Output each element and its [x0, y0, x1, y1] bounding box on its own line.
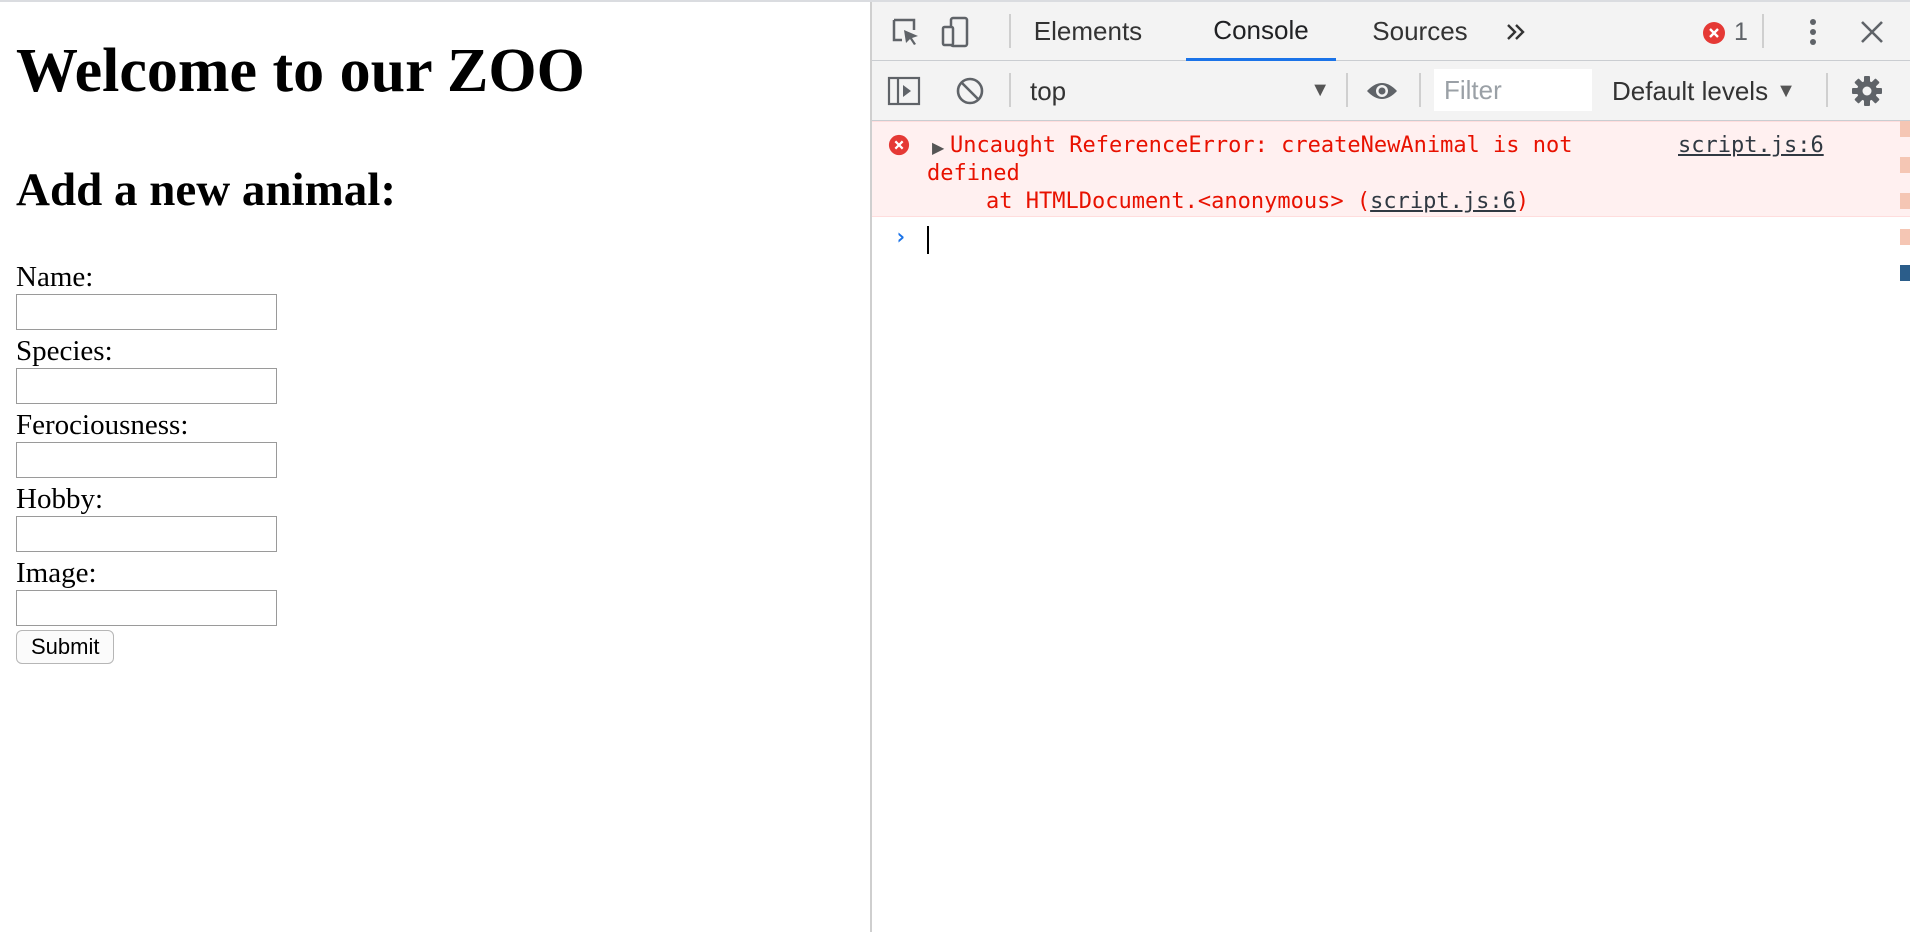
context-value: top: [1030, 75, 1067, 106]
console-input-caret[interactable]: [927, 226, 929, 254]
name-label: Name:: [16, 261, 94, 293]
console-output: ▶ Uncaught ReferenceError: createNewAnim…: [872, 121, 1910, 932]
stack-source-link[interactable]: script.js:6: [1370, 189, 1516, 214]
error-icon: [1703, 21, 1725, 44]
clear-console-icon[interactable]: [952, 73, 988, 109]
filter-input[interactable]: [1434, 69, 1592, 111]
sidebar-toggle-icon[interactable]: [886, 73, 922, 109]
chevron-double-right-icon[interactable]: [1500, 16, 1532, 48]
toolbar-divider: [1009, 14, 1011, 48]
toolbar-divider: [1419, 73, 1421, 107]
toolbar-divider: [1346, 73, 1348, 107]
gear-icon[interactable]: [1848, 73, 1886, 109]
expand-triangle-icon[interactable]: ▶: [932, 138, 944, 158]
error-stack-line: at HTMLDocument.<anonymous> (script.js:6…: [986, 188, 1529, 216]
log-levels-dropdown[interactable]: Default levels ▼: [1612, 73, 1796, 109]
hobby-input[interactable]: [16, 516, 277, 552]
devtools-panel: Elements Console Sources 1 top ▼ Filter …: [870, 2, 1910, 932]
toolbar-divider: [1009, 73, 1011, 107]
devtools-tab-bar: Elements Console Sources 1: [872, 2, 1910, 61]
error-text-line1: Uncaught ReferenceError: createNewAnimal…: [950, 133, 1573, 158]
log-levels-label: Default levels: [1612, 75, 1769, 106]
close-icon[interactable]: [1854, 14, 1890, 50]
image-label: Image:: [16, 557, 97, 589]
web-page: Welcome to our ZOO Add a new animal: Nam…: [0, 2, 870, 932]
tab-console[interactable]: Console: [1186, 2, 1336, 61]
form-heading: Add a new animal:: [16, 164, 396, 216]
stack-suffix: ): [1515, 189, 1530, 214]
error-count: 1: [1734, 18, 1748, 46]
page-title: Welcome to our ZOO: [16, 37, 585, 105]
console-prompt-icon: ›: [894, 225, 908, 250]
context-select[interactable]: top ▼: [1030, 73, 1330, 109]
inspect-element-icon[interactable]: [888, 14, 924, 50]
name-input[interactable]: [16, 294, 277, 330]
tab-elements[interactable]: Elements: [1024, 2, 1152, 61]
add-animal-form: Name: Species: Ferociousness: Hobby: Ima…: [16, 260, 277, 664]
ferociousness-input[interactable]: [16, 442, 277, 478]
kebab-menu-icon[interactable]: [1798, 14, 1828, 50]
submit-button[interactable]: Submit: [16, 630, 115, 664]
dropdown-arrow-icon: ▼: [1776, 79, 1796, 102]
error-text-line2: defined: [927, 161, 1020, 186]
error-icon: [888, 134, 910, 161]
dropdown-arrow-icon: ▼: [1310, 79, 1330, 101]
console-error-message[interactable]: ▶ Uncaught ReferenceError: createNewAnim…: [872, 121, 1910, 217]
device-toolbar-icon[interactable]: [938, 14, 974, 50]
species-input[interactable]: [16, 368, 277, 404]
clipped-panel-edge: [1900, 121, 1910, 371]
toolbar-divider: [1762, 14, 1764, 48]
error-counter[interactable]: 1: [1702, 18, 1748, 47]
error-source-link[interactable]: script.js:6: [1678, 132, 1824, 160]
eye-icon[interactable]: [1362, 73, 1402, 109]
toolbar-divider: [1826, 73, 1828, 107]
stack-prefix: at HTMLDocument.<anonymous> (: [986, 189, 1371, 214]
console-toolbar: top ▼ Default levels ▼: [872, 61, 1910, 121]
ferociousness-label: Ferociousness:: [16, 409, 189, 441]
species-label: Species:: [16, 335, 113, 367]
hobby-label: Hobby:: [16, 483, 103, 515]
tab-sources[interactable]: Sources: [1352, 2, 1488, 61]
image-input[interactable]: [16, 590, 277, 626]
